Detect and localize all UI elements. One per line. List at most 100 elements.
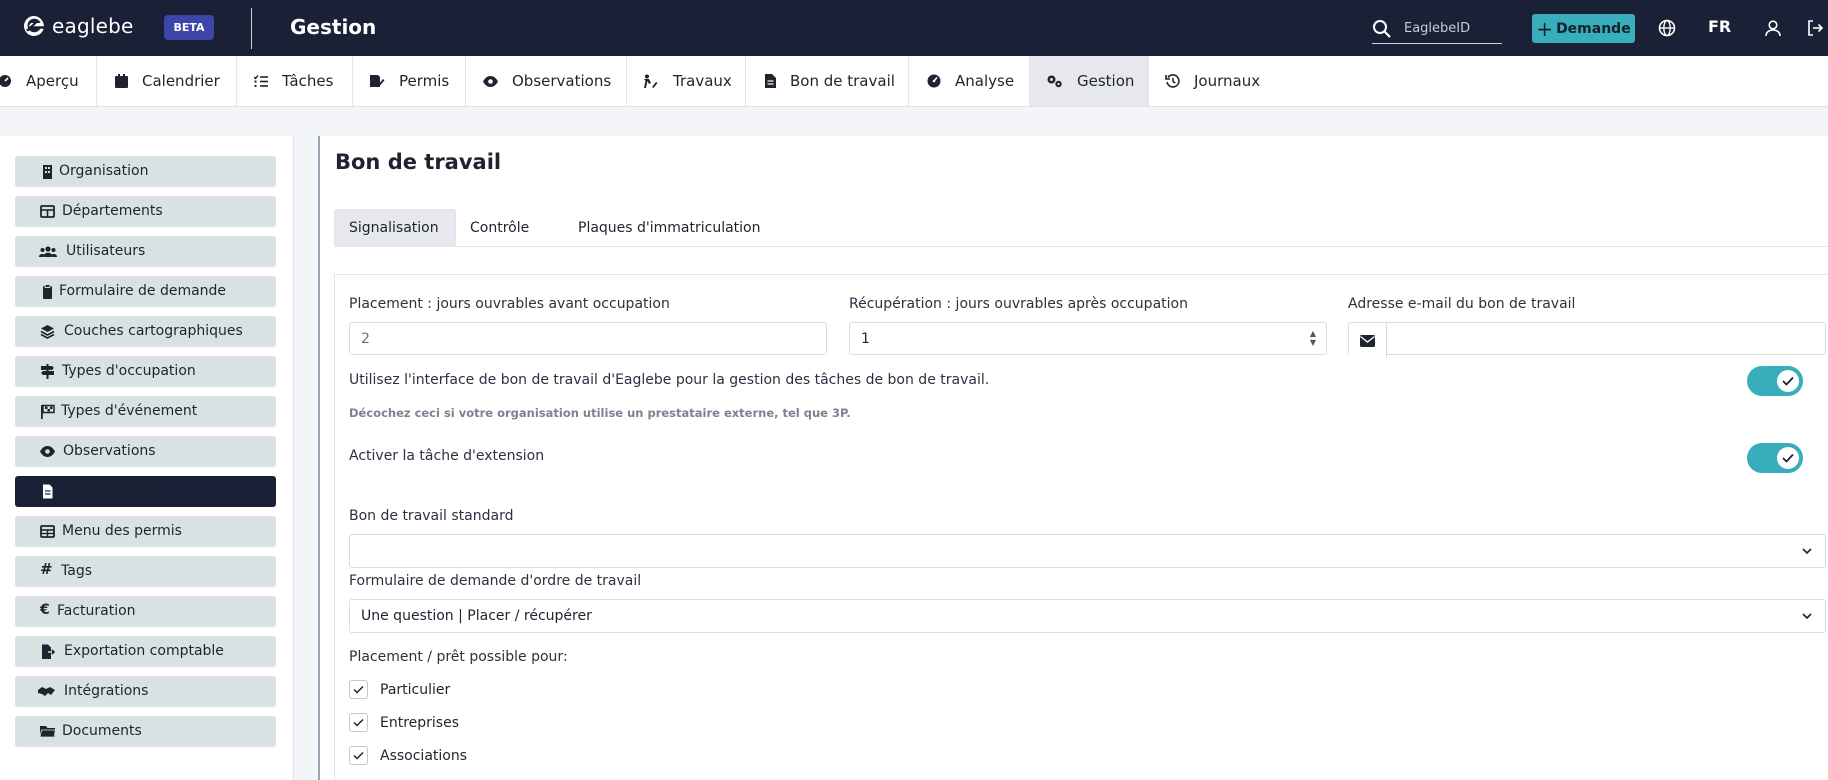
sidebar-item-types-occupation[interactable]: Types d'occupation xyxy=(15,356,276,387)
workorder-email-label: Adresse e-mail du bon de travail xyxy=(1348,296,1576,312)
sidebar-item-exportation-comptable[interactable]: Exportation comptable xyxy=(15,636,276,667)
search-input[interactable] xyxy=(1404,21,1500,36)
tab-plaques-immatriculation[interactable]: Plaques d'immatriculation xyxy=(564,209,775,246)
sidebar-item-label: Bon de travail xyxy=(59,483,157,499)
sidebar-item-label: Facturation xyxy=(57,603,136,619)
tab-analyse[interactable]: Analyse xyxy=(909,56,1030,106)
sidebar-item-formulaire-de-demande[interactable]: Formulaire de demande xyxy=(15,276,276,307)
handshake-icon xyxy=(38,687,55,696)
sidebar-item-utilisateurs[interactable]: Utilisateurs xyxy=(15,236,276,267)
tab-apercu[interactable]: Aperçu xyxy=(0,56,97,106)
user-icon[interactable] xyxy=(1761,16,1785,40)
sidebar-item-bon-de-travail[interactable]: Bon de travail xyxy=(15,476,276,507)
calendar-icon xyxy=(115,74,128,88)
clipboard-icon xyxy=(43,284,52,299)
standard-workorder-label: Bon de travail standard xyxy=(349,508,514,524)
new-request-button[interactable]: + Demande xyxy=(1532,14,1635,43)
sidebar-item-observations[interactable]: Observations xyxy=(15,436,276,467)
extension-task-toggle[interactable] xyxy=(1747,443,1803,473)
main-nav: Aperçu Calendrier Tâches Permis Observat… xyxy=(0,56,1828,107)
flag-icon xyxy=(41,404,55,419)
tab-travaux[interactable]: Travaux xyxy=(627,56,746,106)
hash-icon: # xyxy=(40,560,53,578)
tab-label: Journaux xyxy=(1194,72,1261,90)
sidebar-item-label: Départements xyxy=(62,203,163,219)
checkbox-checked[interactable] xyxy=(349,713,368,732)
recuperation-days-value: 1 xyxy=(861,330,870,347)
signpost-icon xyxy=(41,364,54,379)
tab-signalisation[interactable]: Signalisation xyxy=(334,209,456,246)
sidebar-item-label: Couches cartographiques xyxy=(64,323,243,339)
tab-label: Travaux xyxy=(673,72,732,90)
sidebar-item-departements[interactable]: Départements xyxy=(15,196,276,227)
checkbox-checked[interactable] xyxy=(349,746,368,765)
search-box[interactable] xyxy=(1372,14,1502,44)
placement-possible-label: Placement / prêt possible pour: xyxy=(349,649,568,665)
tab-bon-de-travail[interactable]: Bon de travail xyxy=(746,56,909,106)
chevron-down-icon xyxy=(1802,613,1812,620)
option-associations[interactable]: Associations xyxy=(349,746,467,765)
tab-label: Analyse xyxy=(955,72,1015,90)
tab-label: Tâches xyxy=(282,72,334,90)
checkbox-checked[interactable] xyxy=(349,680,368,699)
language-selector[interactable]: FR xyxy=(1708,17,1731,36)
sidebar-item-menu-des-permis[interactable]: Menu des permis xyxy=(15,516,276,547)
placement-days-label: Placement : jours ouvrables avant occupa… xyxy=(349,296,670,312)
search-icon xyxy=(1373,19,1391,38)
tab-permis[interactable]: Permis xyxy=(353,56,466,106)
eye-icon xyxy=(483,75,498,87)
envelope-icon xyxy=(1349,323,1387,358)
number-spinner-icon[interactable]: ▲ ▼ xyxy=(1310,329,1316,347)
tab-label: Bon de travail xyxy=(790,72,895,90)
sidebar-item-label: Utilisateurs xyxy=(66,243,146,259)
check-icon xyxy=(1777,447,1799,469)
eye-icon xyxy=(40,446,55,457)
tab-observations[interactable]: Observations xyxy=(466,56,627,106)
tab-label: Aperçu xyxy=(26,72,79,90)
signalisation-panel: Placement : jours ouvrables avant occupa… xyxy=(334,274,1828,780)
document-icon xyxy=(43,484,53,499)
recuperation-days-input[interactable]: 1 ▲ ▼ xyxy=(849,322,1327,355)
logout-icon[interactable] xyxy=(1803,16,1827,40)
top-bar: eaglebe BETA Gestion + Demande FR xyxy=(0,0,1828,56)
sidebar-item-integrations[interactable]: Intégrations xyxy=(15,676,276,707)
table-icon xyxy=(40,205,55,218)
workorder-form-select[interactable]: Une question | Placer / récupérer xyxy=(349,599,1826,633)
tab-taches[interactable]: Tâches xyxy=(237,56,353,106)
globe-icon[interactable] xyxy=(1655,16,1679,40)
worker-icon xyxy=(644,74,658,88)
sidebar-item-couches-cartographiques[interactable]: Couches cartographiques xyxy=(15,316,276,347)
workorder-email-field[interactable] xyxy=(1348,322,1826,358)
plus-icon: + xyxy=(1536,16,1554,41)
sidebar-item-facturation[interactable]: € Facturation xyxy=(15,596,276,627)
file-export-icon xyxy=(42,644,55,659)
sidebar-item-types-evenement[interactable]: Types d'événement xyxy=(15,396,276,427)
extension-task-label: Activer la tâche d'extension xyxy=(349,448,545,464)
sidebar-item-documents[interactable]: Documents xyxy=(15,716,276,747)
sidebar-item-tags[interactable]: # Tags xyxy=(15,556,276,587)
tab-label: Gestion xyxy=(1077,72,1135,90)
tab-label: Permis xyxy=(399,72,450,90)
sidebar-item-label: Types d'événement xyxy=(61,403,198,419)
placement-days-input[interactable]: 2 xyxy=(349,322,827,355)
tab-controle[interactable]: Contrôle xyxy=(456,209,543,246)
standard-workorder-select[interactable] xyxy=(349,534,1826,568)
option-particulier[interactable]: Particulier xyxy=(349,680,450,699)
use-interface-toggle[interactable] xyxy=(1747,366,1803,396)
euro-icon: € xyxy=(40,602,50,618)
tab-label: Observations xyxy=(512,72,612,90)
use-interface-hint: Décochez ceci si votre organisation util… xyxy=(349,406,851,420)
sidebar-item-label: Exportation comptable xyxy=(64,643,224,659)
tab-gestion[interactable]: Gestion xyxy=(1030,56,1149,106)
main-content: Bon de travail Signalisation Contrôle Pl… xyxy=(318,136,1828,780)
gauge-icon xyxy=(927,74,941,88)
layers-icon xyxy=(40,325,55,339)
sidebar-item-organisation[interactable]: Organisation xyxy=(15,156,276,187)
tab-journaux[interactable]: Journaux xyxy=(1149,56,1277,106)
tab-calendrier[interactable]: Calendrier xyxy=(97,56,237,106)
eaglebe-logo-icon xyxy=(24,16,44,36)
use-interface-label: Utilisez l'interface de bon de travail d… xyxy=(349,372,990,388)
sidebar-item-label: Intégrations xyxy=(64,683,149,699)
logo[interactable]: eaglebe xyxy=(22,14,134,38)
option-entreprises[interactable]: Entreprises xyxy=(349,713,459,732)
